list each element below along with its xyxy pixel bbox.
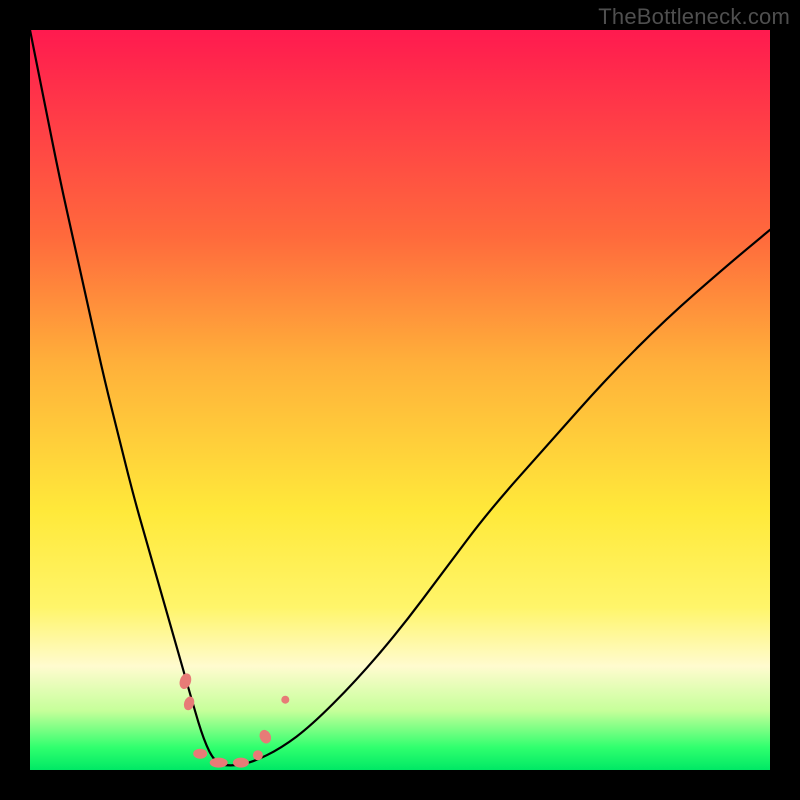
curve-marker <box>281 696 289 704</box>
curve-marker <box>253 750 263 760</box>
curve-marker <box>177 672 193 691</box>
chart-svg <box>30 30 770 770</box>
watermark-label: TheBottleneck.com <box>598 4 790 30</box>
curve-marker <box>193 749 207 759</box>
bottleneck-curve <box>30 30 770 765</box>
plot-area <box>30 30 770 770</box>
curve-marker <box>210 758 228 768</box>
chart-frame: TheBottleneck.com <box>0 0 800 800</box>
curve-marker <box>233 758 249 768</box>
curve-marker <box>257 728 273 745</box>
